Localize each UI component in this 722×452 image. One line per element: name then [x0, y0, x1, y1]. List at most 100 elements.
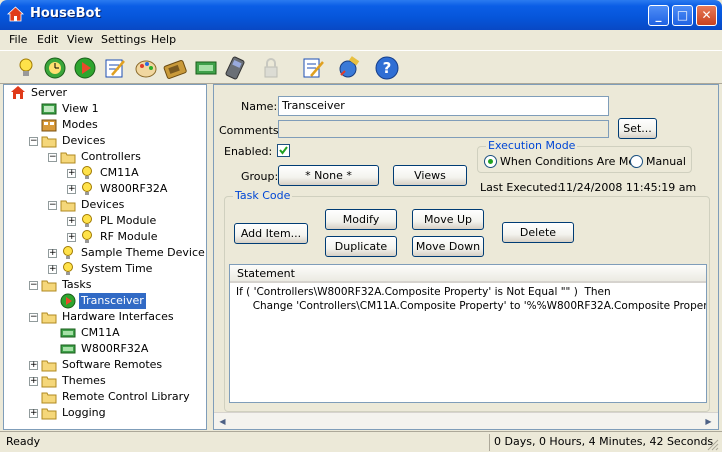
collapse-icon[interactable]: −: [29, 281, 38, 290]
tree-item-label[interactable]: W800RF32A: [79, 341, 150, 357]
notepad-icon[interactable]: [300, 55, 326, 81]
tree-item-label[interactable]: Devices: [79, 197, 126, 213]
duplicate-button[interactable]: Duplicate: [325, 236, 397, 257]
expand-icon[interactable]: +: [67, 217, 76, 226]
tree-item[interactable]: + Sample Theme Device: [4, 245, 206, 261]
tree-item[interactable]: + System Time: [4, 261, 204, 277]
statement-list[interactable]: Statement If ( 'Controllers\W800RF32A.Co…: [229, 264, 707, 403]
delete-button[interactable]: Delete: [502, 222, 574, 243]
tree-item[interactable]: + W800RF32A: [4, 181, 204, 197]
modify-button[interactable]: Modify: [325, 209, 397, 230]
tree-item[interactable]: + RF Module: [4, 229, 204, 245]
scroll-right-icon[interactable]: ▶: [701, 414, 716, 429]
menu-view[interactable]: View: [67, 33, 93, 46]
enabled-checkbox[interactable]: [277, 144, 290, 157]
resize-grip-icon[interactable]: [706, 438, 719, 451]
remote-icon[interactable]: [162, 55, 188, 81]
menu-file[interactable]: File: [9, 33, 27, 46]
tree-item-label[interactable]: PL Module: [98, 213, 158, 229]
tree-item-label[interactable]: Modes: [60, 117, 100, 133]
tree-item[interactable]: − Devices: [4, 133, 204, 149]
tree-item-label[interactable]: Software Remotes: [60, 357, 164, 373]
tree-item[interactable]: View 1: [4, 101, 204, 117]
mode-conditions-radio[interactable]: [484, 155, 497, 168]
tree-item[interactable]: Server: [4, 85, 204, 101]
cellphone-icon[interactable]: [222, 55, 248, 81]
collapse-icon[interactable]: −: [29, 313, 38, 322]
expand-icon[interactable]: +: [48, 265, 57, 274]
mode-conditions-label[interactable]: When Conditions Are Met: [500, 155, 639, 168]
clock-icon[interactable]: [42, 55, 68, 81]
tree-item-label[interactable]: Logging: [60, 405, 108, 421]
scroll-left-icon[interactable]: ◀: [215, 414, 230, 429]
set-button[interactable]: Set...: [618, 118, 657, 139]
tree-item[interactable]: + Software Remotes: [4, 357, 204, 373]
collapse-icon[interactable]: −: [48, 153, 57, 162]
name-input[interactable]: Transceiver: [278, 96, 609, 116]
tree-item[interactable]: + Logging: [4, 405, 204, 421]
tree-item-label[interactable]: View 1: [60, 101, 101, 117]
satellite-icon[interactable]: [336, 55, 362, 81]
expand-icon[interactable]: +: [67, 185, 76, 194]
run-icon[interactable]: [72, 55, 98, 81]
tree-item[interactable]: CM11A: [4, 325, 204, 341]
tree-item-label[interactable]: Themes: [60, 373, 108, 389]
menu-help[interactable]: Help: [151, 33, 176, 46]
close-button[interactable]: ✕: [696, 5, 717, 26]
tree-item[interactable]: − Tasks: [4, 277, 204, 293]
tree-item-label[interactable]: Sample Theme Device: [79, 245, 206, 261]
collapse-icon[interactable]: −: [48, 201, 57, 210]
tree-item-label[interactable]: Tasks: [60, 277, 93, 293]
tree-item[interactable]: Remote Control Library: [4, 389, 204, 405]
horizontal-scrollbar[interactable]: ◀ ▶: [214, 412, 718, 429]
edit-icon[interactable]: [102, 55, 128, 81]
tree-item[interactable]: Transceiver: [4, 293, 204, 309]
tree-item[interactable]: − Hardware Interfaces: [4, 309, 204, 325]
tree-item-label[interactable]: Server: [29, 85, 69, 101]
lock-icon[interactable]: [258, 55, 284, 81]
tree-item[interactable]: + PL Module: [4, 213, 204, 229]
statement-line[interactable]: If ( 'Controllers\W800RF32A.Composite Pr…: [236, 286, 611, 298]
tree-item[interactable]: W800RF32A: [4, 341, 204, 357]
tree-item-label[interactable]: Transceiver: [79, 293, 146, 309]
tree-item-label[interactable]: CM11A: [98, 165, 141, 181]
move-down-button[interactable]: Move Down: [412, 236, 484, 257]
tree-item[interactable]: Modes: [4, 117, 204, 133]
tree-item-label[interactable]: Controllers: [79, 149, 143, 165]
lightbulb-icon[interactable]: [13, 55, 39, 81]
expand-icon[interactable]: +: [29, 377, 38, 386]
collapse-icon[interactable]: −: [29, 137, 38, 146]
menu-settings[interactable]: Settings: [101, 33, 146, 46]
comments-input[interactable]: [278, 120, 609, 138]
tree-item-label[interactable]: RF Module: [98, 229, 159, 245]
group-select-button[interactable]: * None *: [278, 165, 379, 186]
interface-icon[interactable]: [193, 55, 219, 81]
menu-edit[interactable]: Edit: [37, 33, 58, 46]
statement-line[interactable]: Change 'Controllers\CM11A.Composite Prop…: [236, 300, 706, 312]
tree-item-label[interactable]: Devices: [60, 133, 107, 149]
tree-item-label[interactable]: System Time: [79, 261, 154, 277]
add-item-button[interactable]: Add Item...: [234, 223, 308, 244]
tree-item[interactable]: + CM11A: [4, 165, 204, 181]
tree-item[interactable]: − Devices: [4, 197, 204, 213]
tree-item-label[interactable]: Remote Control Library: [60, 389, 192, 405]
expand-icon[interactable]: +: [29, 361, 38, 370]
maximize-button[interactable]: □: [672, 5, 693, 26]
theme-icon[interactable]: [133, 55, 159, 81]
tree-item[interactable]: + Themes: [4, 373, 204, 389]
minimize-button[interactable]: _: [648, 5, 669, 26]
tree-item-label[interactable]: Hardware Interfaces: [60, 309, 176, 325]
expand-icon[interactable]: +: [29, 409, 38, 418]
mode-manual-radio[interactable]: [630, 155, 643, 168]
help-icon[interactable]: ?: [374, 55, 400, 81]
views-button[interactable]: Views: [393, 165, 467, 186]
expand-icon[interactable]: +: [48, 249, 57, 258]
expand-icon[interactable]: +: [67, 169, 76, 178]
tree-item-label[interactable]: W800RF32A: [98, 181, 169, 197]
mode-manual-label[interactable]: Manual: [646, 155, 686, 168]
tree-item[interactable]: − Controllers: [4, 149, 204, 165]
statement-column-header[interactable]: Statement: [230, 265, 706, 283]
tree-item-label[interactable]: CM11A: [79, 325, 122, 341]
expand-icon[interactable]: +: [67, 233, 76, 242]
move-up-button[interactable]: Move Up: [412, 209, 484, 230]
